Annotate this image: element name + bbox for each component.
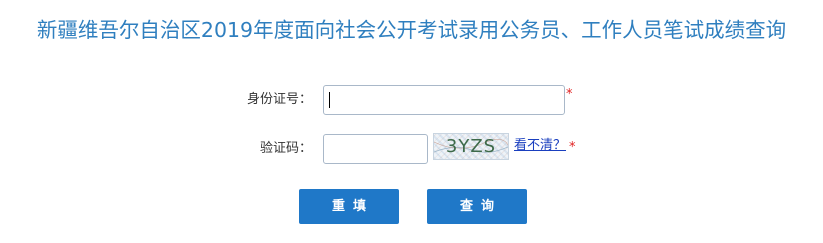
captcha-code-text: 3YZS	[445, 136, 497, 157]
text-cursor	[329, 92, 330, 108]
id-required-mark: *	[566, 87, 573, 102]
page-title: 新疆维吾尔自治区2019年度面向社会公开考试录用公务员、工作人员笔试成绩查询	[36, 18, 787, 42]
captcha-refresh-link[interactable]: 看不清？	[514, 138, 566, 154]
id-number-label: 身份证号：	[246, 92, 312, 107]
captcha-required-mark: *	[569, 140, 576, 155]
captcha-label: 验证码：	[259, 141, 312, 156]
query-button[interactable]: 查询	[427, 189, 527, 224]
reset-button[interactable]: 重填	[299, 189, 399, 224]
captcha-image[interactable]: 3YZS	[433, 133, 509, 160]
id-number-input[interactable]	[323, 85, 565, 115]
captcha-input[interactable]	[323, 134, 428, 164]
